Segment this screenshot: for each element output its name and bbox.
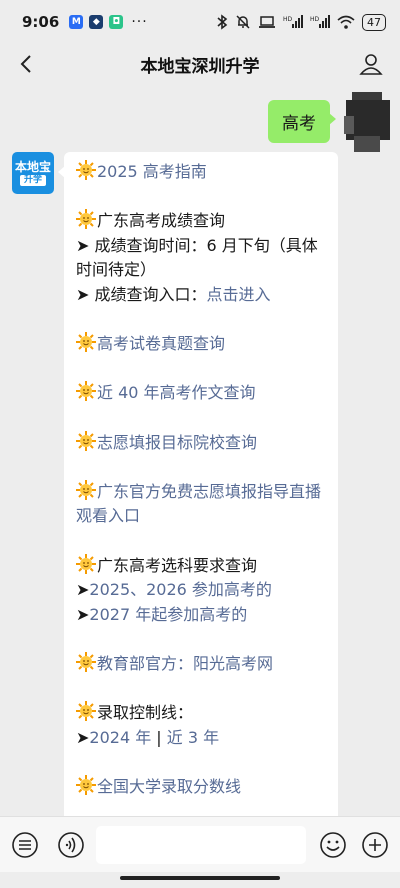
sun-emoji-icon bbox=[76, 553, 96, 574]
score-entry-label: ➤ 成绩查询入口： bbox=[76, 284, 207, 304]
message-app-icon: M bbox=[69, 15, 84, 29]
arrow-marker: ➤ bbox=[76, 580, 90, 600]
sun-emoji-icon bbox=[76, 701, 96, 722]
arrow-marker: ➤ bbox=[76, 727, 90, 747]
sun-emoji-icon bbox=[76, 479, 96, 500]
essays-link[interactable]: 近 40 年高考作文查询 bbox=[97, 383, 256, 402]
home-indicator[interactable] bbox=[120, 876, 280, 880]
user-avatar[interactable] bbox=[344, 86, 392, 156]
profile-icon[interactable] bbox=[356, 49, 386, 79]
sun-emoji-icon bbox=[76, 160, 96, 180]
svg-text:HD: HD bbox=[283, 16, 293, 23]
back-icon[interactable] bbox=[12, 50, 40, 78]
received-message-bubble: 2025 高考指南 广东高考成绩查询 ➤ 成绩查询时间：6 月下旬（具体时间待定… bbox=[58, 152, 338, 816]
score-time-text: ➤ 成绩查询时间：6 月下旬（具体时间待定） bbox=[76, 235, 318, 280]
chat-area[interactable]: 高考 本地宝 升学 2025 高考指南 广东高考成绩查询 ➤ 成绩查询时间：6 … bbox=[0, 84, 400, 816]
chat-title: 本地宝深圳升学 bbox=[140, 56, 260, 77]
sun-emoji-icon bbox=[76, 774, 96, 795]
green-app-icon: ◘ bbox=[109, 15, 124, 29]
blue-app-icon: ◆ bbox=[89, 15, 104, 29]
subject-link-2027[interactable]: 2027 年起参加高考的 bbox=[89, 605, 247, 624]
live-guide-link[interactable]: 广东官方免费志愿填报指导直播观看入口 bbox=[76, 482, 321, 526]
sun-emoji-icon bbox=[76, 209, 96, 230]
exam-papers-link[interactable]: 高考试卷真题查询 bbox=[97, 334, 225, 353]
laptop-icon bbox=[258, 15, 276, 29]
score-entry-link[interactable]: 点击进入 bbox=[207, 285, 271, 304]
control-line-3-years-link[interactable]: 近 3 年 bbox=[167, 728, 219, 747]
control-line-2024-link[interactable]: 2024 年 bbox=[89, 728, 151, 747]
sent-message-bubble[interactable]: 高考 bbox=[268, 100, 336, 143]
nav-bar: 本地宝深圳升学 bbox=[0, 44, 400, 84]
menu-list-icon[interactable] bbox=[10, 830, 40, 860]
emoji-icon[interactable] bbox=[318, 830, 348, 860]
wifi-icon bbox=[337, 15, 355, 29]
more-notifications-icon: ··· bbox=[131, 14, 148, 30]
separator: | bbox=[151, 727, 167, 747]
bot-avatar[interactable]: 本地宝 升学 bbox=[12, 152, 54, 194]
signal-icon: HD bbox=[283, 15, 303, 29]
battery-icon: 47 bbox=[362, 13, 386, 31]
bluetooth-icon bbox=[216, 14, 228, 30]
subject-link-2025-2026[interactable]: 2025、2026 参加高考的 bbox=[89, 580, 272, 599]
input-bar bbox=[0, 816, 400, 872]
sun-emoji-icon bbox=[76, 430, 96, 451]
sent-message[interactable]: 高考 bbox=[268, 100, 336, 143]
bot-avatar-logo-text: 本地宝 bbox=[14, 160, 51, 174]
voice-input-icon[interactable] bbox=[56, 830, 86, 860]
message-input[interactable] bbox=[96, 825, 306, 864]
colleges-link[interactable]: 志愿填报目标院校查询 bbox=[97, 433, 257, 452]
bot-avatar-logo-subtext: 升学 bbox=[19, 175, 46, 186]
guide-link[interactable]: 2025 高考指南 bbox=[97, 162, 207, 181]
subject-requirements-title: 广东高考选科要求查询 bbox=[97, 555, 258, 575]
sunshine-gaokao-link[interactable]: 阳光高考网 bbox=[193, 654, 273, 673]
sun-emoji-icon bbox=[76, 332, 96, 353]
moe-label[interactable]: 教育部官方： bbox=[97, 654, 193, 673]
status-time: 9:06 bbox=[22, 13, 60, 31]
mute-bell-icon bbox=[235, 14, 251, 30]
plus-icon[interactable] bbox=[360, 830, 390, 860]
score-query-title: 广东高考成绩查询 bbox=[97, 211, 226, 231]
national-scores-link[interactable]: 全国大学录取分数线 bbox=[97, 777, 241, 796]
svg-text:HD: HD bbox=[310, 16, 320, 23]
arrow-marker: ➤ bbox=[76, 604, 90, 624]
sun-emoji-icon bbox=[76, 651, 96, 672]
sun-emoji-icon bbox=[76, 381, 96, 402]
status-bar: 9:06 M ◆ ◘ ··· HD HD 47 bbox=[0, 0, 400, 44]
signal-icon: HD bbox=[310, 15, 330, 29]
control-line-title: 录取控制线： bbox=[97, 703, 194, 723]
